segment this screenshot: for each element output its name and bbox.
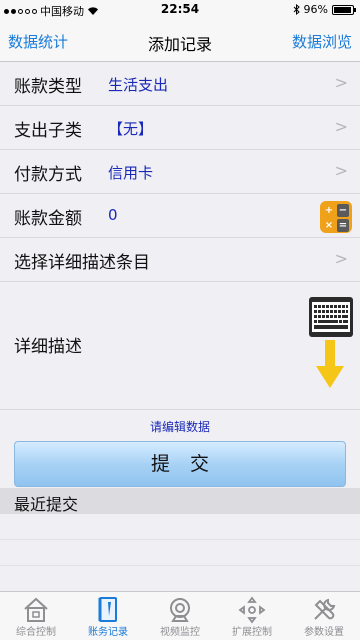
chevron-right-icon: >	[334, 117, 348, 136]
status-bar: 中国移动 22:54 96%	[0, 0, 360, 20]
row-select-description[interactable]: 选择详细描述条目 >	[0, 238, 360, 282]
row-amount[interactable]: 账款金额 0 + − × =	[0, 194, 360, 238]
chevron-right-icon: >	[334, 161, 348, 180]
status-right: 96%	[293, 3, 356, 16]
tab-label: 参数设置	[304, 627, 344, 638]
calc-times: ×	[324, 220, 334, 231]
battery-icon	[332, 4, 356, 15]
arrow-down-icon[interactable]	[316, 340, 344, 388]
list-item	[0, 566, 360, 592]
row-value: 【无】	[108, 120, 154, 138]
arrows-icon	[238, 596, 266, 624]
notebook-icon	[98, 597, 117, 622]
recent-submissions-list	[0, 514, 360, 592]
recent-header-label: 最近提交	[14, 495, 79, 514]
row-label: 付款方式	[14, 165, 82, 185]
wrench-icon	[314, 598, 336, 620]
calc-minus: −	[337, 204, 349, 217]
home-icon	[24, 597, 48, 622]
row-value: 信用卡	[108, 164, 154, 182]
tab-general-control[interactable]: 综合控制	[0, 592, 72, 640]
tab-parameter-settings[interactable]: 参数设置	[288, 592, 360, 640]
navigation-bar: 数据统计 添加记录 数据浏览	[0, 20, 360, 62]
row-label: 账款金额	[14, 209, 82, 229]
tab-bar: 综合控制 账务记录 视频监控 扩展控制 参数设置	[0, 591, 360, 640]
tab-accounting[interactable]: 账务记录	[72, 592, 144, 640]
form-rows: 账款类型 生活支出 > 支出子类 【无】 > 付款方式 信用卡 > 账款金额 0…	[0, 62, 360, 282]
calculator-icon[interactable]: + − × =	[320, 201, 352, 233]
recent-submissions-header: 最近提交	[0, 488, 360, 514]
keyboard-icon[interactable]	[308, 296, 354, 338]
tab-label: 扩展控制	[232, 627, 272, 638]
amount-value[interactable]: 0	[108, 206, 118, 224]
camera-icon	[170, 598, 190, 622]
description-area[interactable]: 详细描述	[0, 282, 360, 410]
chevron-right-icon: >	[334, 73, 348, 92]
calc-equals: =	[337, 219, 349, 232]
tab-label: 视频监控	[160, 627, 200, 638]
edit-hint-text: 请编辑数据	[149, 420, 210, 434]
row-expense-subtype[interactable]: 支出子类 【无】 >	[0, 106, 360, 150]
chevron-right-icon: >	[334, 249, 348, 268]
bluetooth-icon	[293, 4, 300, 15]
submit-button[interactable]: 提交	[14, 441, 346, 487]
list-item	[0, 540, 360, 566]
battery-percent: 96%	[303, 3, 328, 16]
row-label: 选择详细描述条目	[14, 253, 150, 273]
description-label: 详细描述	[14, 337, 82, 357]
calc-plus: +	[324, 205, 334, 216]
list-item	[0, 514, 360, 540]
tab-video-monitoring[interactable]: 视频监控	[144, 592, 216, 640]
row-account-type[interactable]: 账款类型 生活支出 >	[0, 62, 360, 106]
row-label: 账款类型	[14, 77, 82, 97]
row-value: 生活支出	[108, 76, 169, 94]
tab-extended-control[interactable]: 扩展控制	[216, 592, 288, 640]
row-payment-method[interactable]: 付款方式 信用卡 >	[0, 150, 360, 194]
browse-data-button[interactable]: 数据浏览	[292, 31, 352, 52]
tab-label: 综合控制	[16, 627, 56, 638]
tab-label: 账务记录	[88, 627, 128, 638]
row-label: 支出子类	[14, 121, 82, 141]
